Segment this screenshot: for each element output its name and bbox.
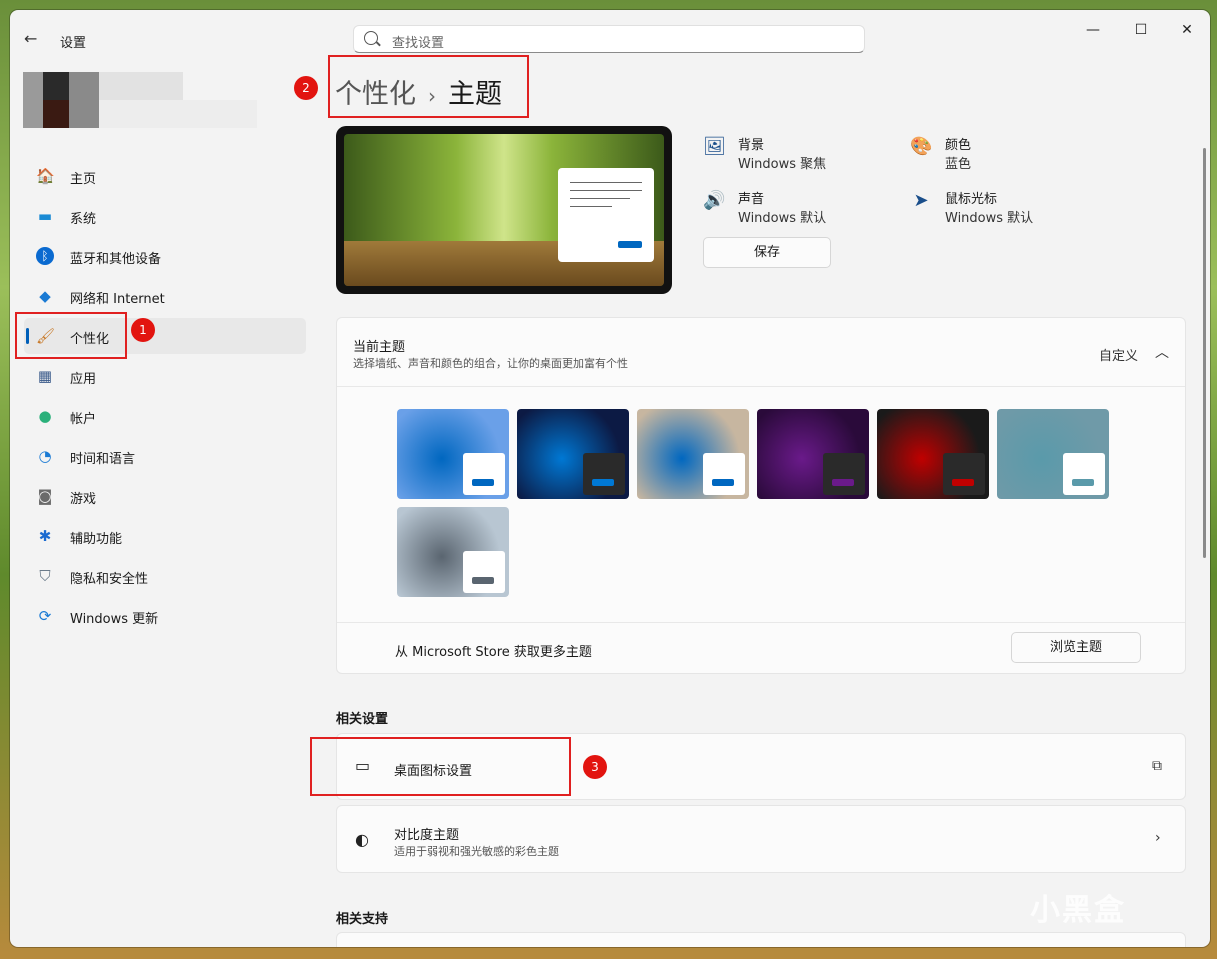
current-theme-title: 当前主题 <box>353 340 406 355</box>
back-arrow-icon[interactable]: ← <box>24 29 37 48</box>
theme-mini-window <box>1063 453 1105 495</box>
breadcrumb-personalization[interactable]: 个性化 <box>335 79 416 110</box>
theme-mini-window <box>823 453 865 495</box>
sidebar-item-label: 网络和 Internet <box>70 292 165 307</box>
account-icon: ● <box>38 407 52 425</box>
sidebar-item-label: 应用 <box>70 372 97 387</box>
related-settings-heading: 相关设置 <box>336 712 389 727</box>
sidebar-nav: 🏠 主页 ▬ 系统 ᛒ 蓝牙和其他设备 ◆ 网络和 Internet 🖌 个性化 ▦ 应用 … <box>24 158 306 638</box>
sidebar-item-privacy[interactable]: ⛉ 隐私和安全性 <box>24 558 306 594</box>
settings-window: ← 设置 查找设置 — ☐ ✕ 🏠 主页 ▬ 系统 ᛒ 蓝牙和其他设备 ◆ 网络和 In… <box>10 10 1210 947</box>
theme-thumbnail[interactable] <box>397 507 509 597</box>
scrollbar[interactable] <box>1203 148 1206 558</box>
browse-themes-button[interactable]: 浏览主题 <box>1011 632 1141 663</box>
profile-avatar[interactable] <box>23 72 257 128</box>
app-title: 设置 <box>60 36 87 51</box>
theme-thumbnail[interactable] <box>997 409 1109 499</box>
apps-icon: ▦ <box>37 367 53 385</box>
related-support-heading: 相关支持 <box>336 912 389 927</box>
sidebar-item-label: 辅助功能 <box>70 532 123 547</box>
chevron-right-icon: › <box>1155 830 1161 846</box>
theme-thumbnail[interactable] <box>757 409 869 499</box>
divider <box>337 622 1185 623</box>
save-button[interactable]: 保存 <box>703 237 831 268</box>
cursor-icon: ➤ <box>913 190 929 211</box>
sidebar-item-label: 隐私和安全性 <box>70 572 149 587</box>
annotation-box-1 <box>15 312 127 359</box>
sidebar-item-accessibility[interactable]: ✱ 辅助功能 <box>24 518 306 554</box>
sidebar-item-network[interactable]: ◆ 网络和 Internet <box>24 278 306 314</box>
accessibility-icon: ✱ <box>38 527 52 545</box>
theme-mini-window <box>463 453 505 495</box>
theme-thumbnail[interactable] <box>517 409 629 499</box>
sidebar-item-time-language[interactable]: ◔ 时间和语言 <box>24 438 306 474</box>
bluetooth-icon: ᛒ <box>36 247 54 265</box>
home-icon: 🏠 <box>36 167 55 185</box>
breadcrumb-separator: › <box>428 84 436 108</box>
sidebar-item-label: 系统 <box>70 212 97 227</box>
gamepad-icon: ◙ <box>37 487 53 505</box>
speaker-icon: 🔊 <box>703 190 726 211</box>
theme-thumbnail[interactable] <box>637 409 749 499</box>
store-text: 从 Microsoft Store 获取更多主题 <box>395 645 592 660</box>
wifi-icon: ◆ <box>39 287 51 305</box>
sidebar-item-bluetooth[interactable]: ᛒ 蓝牙和其他设备 <box>24 238 306 274</box>
theme-mini-window <box>583 453 625 495</box>
sidebar-item-label: 蓝牙和其他设备 <box>70 252 162 267</box>
annotation-badge-1: 1 <box>131 318 155 342</box>
close-button[interactable]: ✕ <box>1177 22 1197 38</box>
search-icon <box>364 31 378 45</box>
divider <box>337 386 1185 387</box>
color-setting[interactable]: 🎨 颜色 蓝色 <box>910 134 1060 174</box>
sidebar-item-gaming[interactable]: ◙ 游戏 <box>24 478 306 514</box>
sidebar-item-label: 游戏 <box>70 492 97 507</box>
sound-setting[interactable]: 🔊 声音 Windows 默认 <box>703 188 883 228</box>
search-box[interactable]: 查找设置 <box>353 25 865 53</box>
theme-thumbnail[interactable] <box>397 409 509 499</box>
cursor-setting[interactable]: ➤ 鼠标光标 Windows 默认 <box>910 188 1070 228</box>
globe-clock-icon: ◔ <box>38 447 52 465</box>
watermark-text: 小黑盒 <box>1030 893 1126 928</box>
sidebar-item-apps[interactable]: ▦ 应用 <box>24 358 306 394</box>
image-icon: 🖼 <box>703 136 726 157</box>
title-bar: ← 设置 查找设置 — ☐ ✕ <box>10 10 1210 58</box>
sidebar-item-windows-update[interactable]: ⟳ Windows 更新 <box>24 598 306 634</box>
current-theme-subtitle: 选择墙纸、声音和颜色的组合，让你的桌面更加富有个性 <box>353 357 628 370</box>
theme-mini-window <box>703 453 745 495</box>
background-setting[interactable]: 🖼 背景 Windows 聚焦 <box>703 134 883 174</box>
update-icon: ⟳ <box>38 607 52 625</box>
sidebar-item-label: 帐户 <box>70 412 97 427</box>
contrast-icon: ◐ <box>355 830 369 849</box>
theme-mini-window <box>943 453 985 495</box>
current-theme-value: 自定义 <box>1099 349 1139 364</box>
sidebar-item-label: 主页 <box>70 172 97 187</box>
contrast-subtitle: 适用于弱视和强光敏感的彩色主题 <box>394 845 559 858</box>
annotation-badge-3: 3 <box>583 755 607 779</box>
contrast-themes-row[interactable]: ◐ 对比度主题 适用于弱视和强光敏感的彩色主题 › <box>336 805 1186 873</box>
sidebar-item-home[interactable]: 🏠 主页 <box>24 158 306 194</box>
monitor-icon: ▬ <box>37 207 53 225</box>
annotation-box-3 <box>310 737 571 796</box>
breadcrumb-current: 主题 <box>448 79 502 110</box>
theme-preview <box>336 126 672 294</box>
annotation-badge-2: 2 <box>294 76 318 100</box>
maximize-button[interactable]: ☐ <box>1131 22 1151 38</box>
sidebar-item-system[interactable]: ▬ 系统 <box>24 198 306 234</box>
preview-window <box>558 168 654 262</box>
palette-icon: 🎨 <box>910 136 933 157</box>
theme-mini-window <box>463 551 505 593</box>
contrast-title: 对比度主题 <box>394 828 460 843</box>
page-title: 个性化 › 主题 <box>335 72 502 111</box>
minimize-button[interactable]: — <box>1083 22 1103 38</box>
external-link-icon: ⧉ <box>1152 758 1162 774</box>
chevron-up-icon[interactable]: ︿ <box>1155 342 1169 362</box>
related-support-card <box>336 932 1186 947</box>
search-input[interactable]: 查找设置 <box>392 32 444 51</box>
shield-icon: ⛉ <box>39 567 51 585</box>
sidebar-item-label: Windows 更新 <box>70 612 159 627</box>
sidebar-item-accounts[interactable]: ● 帐户 <box>24 398 306 434</box>
theme-thumbnail[interactable] <box>877 409 989 499</box>
sidebar-item-label: 时间和语言 <box>70 452 136 467</box>
